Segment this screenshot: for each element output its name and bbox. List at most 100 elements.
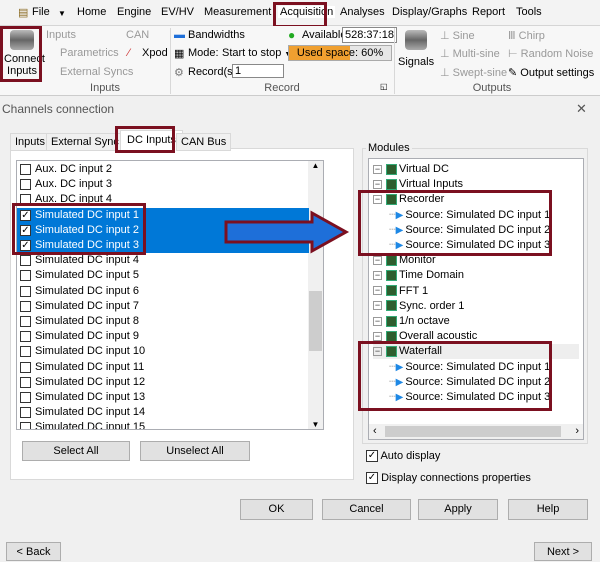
collapse-icon[interactable]: − [373,270,382,280]
collapse-icon[interactable]: − [373,179,382,189]
horizontal-scrollbar[interactable]: ‹ › [369,424,583,439]
tab-home[interactable]: Home [77,6,106,18]
scroll-up-icon[interactable]: ▲ [308,161,323,170]
channel-row[interactable]: Simulated DC input 15 [17,420,309,429]
module-node[interactable]: − Sync. order 1 [373,299,464,314]
bandwidths-button[interactable]: Bandwidths [188,29,245,41]
unselect-all-button[interactable]: Unselect All [140,441,250,461]
records-input[interactable] [232,64,284,78]
apply-button[interactable]: Apply [418,499,498,520]
tab-report[interactable]: Report [472,6,505,18]
channel-row[interactable]: Simulated DC input 6 [17,284,309,299]
checkbox[interactable] [20,179,31,191]
dialog-launcher-icon[interactable]: ◱ [380,82,388,91]
chirp-label: Chirp [518,30,545,42]
multi-sine-button[interactable]: ⊥ Multi-sine [440,47,500,60]
tab-display-graphs[interactable]: Display/Graphs [392,6,467,18]
tab-external-sync[interactable]: External Sync [46,133,124,151]
channel-row[interactable]: Simulated DC input 8 [17,314,309,329]
channel-list[interactable]: ▲ ▼ Aux. DC input 2 Aux. DC input 3 Aux. D… [16,160,324,430]
tab-measurement[interactable]: Measurement [204,6,271,18]
checkbox[interactable] [20,346,31,358]
module-node[interactable]: − Virtual DC [373,162,449,177]
selected-inputs-highlight [12,203,146,255]
scroll-right-icon[interactable]: › [575,425,579,437]
external-syncs-button[interactable]: External Syncs [60,66,133,78]
xpod-button[interactable]: Xpod [142,47,168,59]
tab-engine[interactable]: Engine [117,6,151,18]
next-button[interactable]: Next > [534,542,592,561]
scroll-down-icon[interactable]: ▼ [308,420,323,429]
tab-can-bus[interactable]: CAN Bus [176,133,232,151]
h-scrollbar-thumb[interactable] [385,426,561,437]
checkbox[interactable] [20,376,31,388]
used-space-text: Used space: 60% [296,47,384,59]
checkbox[interactable] [20,361,31,373]
module-icon [386,269,397,281]
waterfall-highlight [358,341,552,411]
channel-label: Simulated DC input 4 [35,254,139,267]
module-node[interactable]: − 1/n octave [373,314,450,329]
display-properties-checkbox[interactable]: ✓ Display connections properties [366,472,531,485]
tab-inputs[interactable]: Inputs [10,133,50,151]
checkbox[interactable] [20,407,31,419]
module-node[interactable]: − FFT 1 [373,284,428,299]
channel-label: Simulated DC input 7 [35,299,139,312]
parametrics-button[interactable]: Parametrics [60,47,119,59]
used-space-bar: Used space: 60% [288,45,392,61]
close-icon[interactable]: ✕ [576,101,587,117]
random-noise-button[interactable]: ⊢ Random Noise [508,47,593,60]
channel-row[interactable]: Simulated DC input 11 [17,360,309,375]
collapse-icon[interactable]: − [373,301,382,311]
tab-evhv[interactable]: EV/HV [161,6,194,18]
tab-analyses[interactable]: Analyses [340,6,385,18]
collapse-icon[interactable]: − [373,255,382,265]
back-button[interactable]: < Back [6,542,61,561]
output-settings-button[interactable]: ✎ Output settings [508,66,594,79]
quick-access-dropdown-icon[interactable]: ▼ [58,9,66,18]
cancel-button[interactable]: Cancel [322,499,411,520]
channel-row[interactable]: Simulated DC input 13 [17,390,309,405]
collapse-icon[interactable]: − [373,164,382,174]
channel-row[interactable]: Simulated DC input 4 [17,253,309,268]
checkbox[interactable] [20,392,31,403]
channel-row[interactable]: Simulated DC input 10 [17,344,309,359]
module-label: Virtual DC [399,163,449,175]
module-node[interactable]: − Time Domain [373,268,464,283]
channel-row[interactable]: Simulated DC input 7 [17,299,309,314]
checkbox[interactable] [20,422,31,429]
channel-row[interactable]: Simulated DC input 5 [17,268,309,283]
checkbox[interactable] [20,164,31,175]
signals-button[interactable]: Signals [398,28,434,68]
auto-display-checkbox[interactable]: ✓ Auto display [366,450,440,463]
scrollbar[interactable]: ▲ ▼ [308,161,323,429]
ok-button[interactable]: OK [240,499,313,520]
collapse-icon[interactable]: − [373,331,382,341]
checkbox[interactable] [20,331,31,343]
scrollbar-thumb[interactable] [309,291,322,351]
scroll-left-icon[interactable]: ‹ [373,425,377,437]
chirp-button[interactable]: Ⅲ Chirp [508,29,545,42]
tab-tools[interactable]: Tools [516,6,542,18]
channel-row[interactable]: Simulated DC input 9 [17,329,309,344]
swept-sine-button[interactable]: ⊥ Swept-sine [440,66,507,79]
checkbox[interactable] [20,300,31,312]
inputs-button[interactable]: Inputs [46,29,76,41]
select-all-button[interactable]: Select All [22,441,130,461]
channel-label: Simulated DC input 6 [35,284,139,297]
collapse-icon[interactable]: − [373,316,382,326]
channel-row[interactable]: Simulated DC input 12 [17,375,309,390]
channel-row[interactable]: Simulated DC input 14 [17,405,309,420]
can-button[interactable]: CAN [126,29,149,41]
mode-dropdown[interactable]: Start to stop ▼ [222,47,291,59]
help-button[interactable]: Help [508,499,588,520]
checkbox[interactable] [20,270,31,282]
checkbox[interactable] [20,255,31,267]
sine-button[interactable]: ⊥ Sine [440,29,475,42]
collapse-icon[interactable]: − [373,286,382,296]
checkbox[interactable] [20,316,31,327]
tab-file[interactable]: File [32,6,50,18]
channel-row[interactable]: Aux. DC input 3 [17,177,309,192]
channel-row[interactable]: Aux. DC input 2 [17,162,309,177]
checkbox[interactable] [20,285,31,297]
